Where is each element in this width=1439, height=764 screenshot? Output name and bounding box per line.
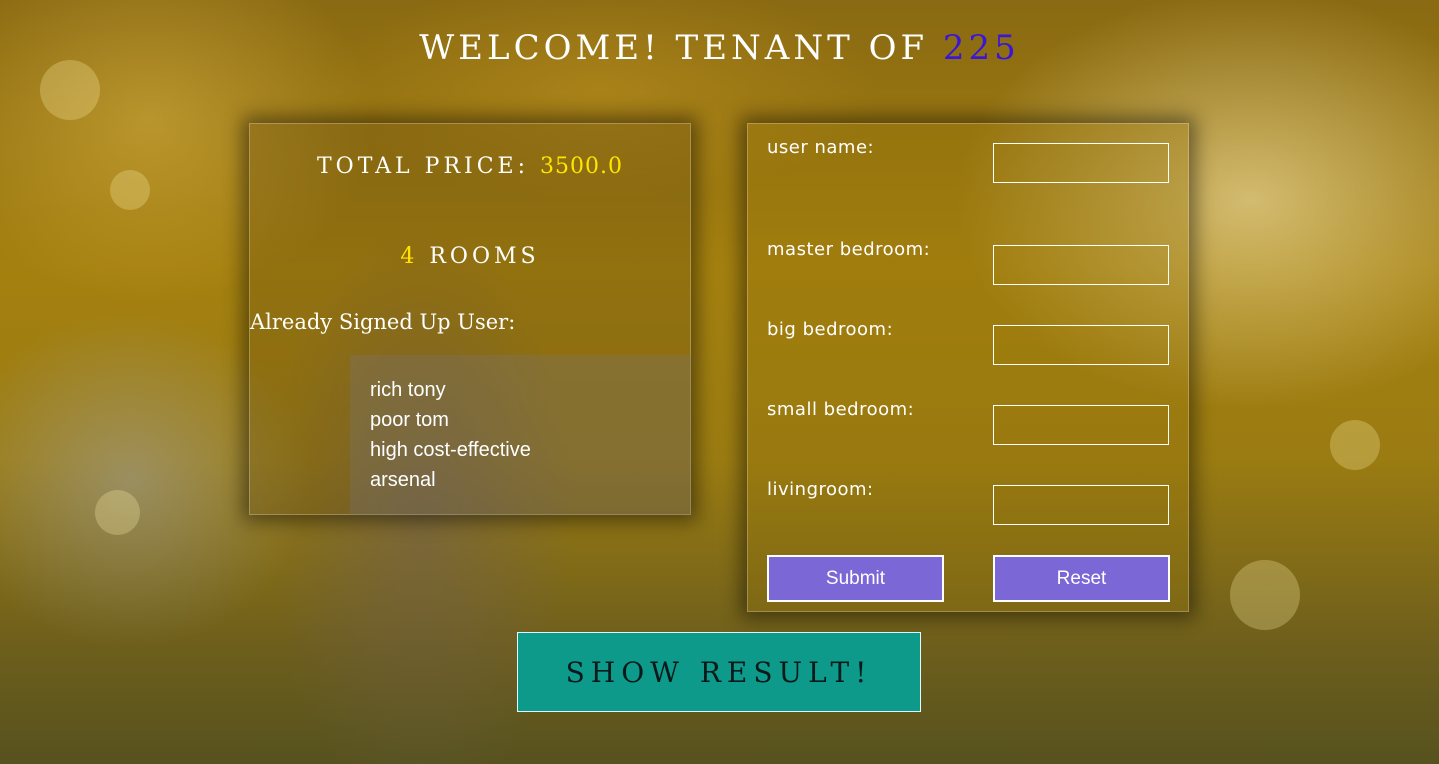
master-bedroom-label: master bedroom: <box>767 239 931 260</box>
user-list-item: poor tom <box>370 409 449 431</box>
total-price: TOTAL PRICE: 3500.0 <box>250 154 690 179</box>
user-list-item: rich tony <box>370 379 446 401</box>
livingroom-label: livingroom: <box>767 479 874 500</box>
master-bedroom-input[interactable] <box>993 245 1169 285</box>
small-bedroom-input[interactable] <box>993 405 1169 445</box>
livingroom-input[interactable] <box>993 485 1169 525</box>
user-list-item: high cost-effective <box>370 439 531 461</box>
signed-users-heading: Already Signed Up User: <box>250 310 516 334</box>
tenant-room-number: 225 <box>942 28 1020 68</box>
background-bokeh <box>1230 560 1300 630</box>
summary-panel: TOTAL PRICE: 3500.0 4 ROOMS Already Sign… <box>249 123 691 515</box>
user-list-item: arsenal <box>370 469 436 491</box>
submit-button[interactable]: Submit <box>767 555 944 602</box>
show-result-button[interactable]: SHOW RESULT! <box>517 632 921 712</box>
total-price-value: 3500.0 <box>540 154 623 179</box>
small-bedroom-label: small bedroom: <box>767 399 915 420</box>
user-name-input[interactable] <box>993 143 1169 183</box>
user-name-label: user name: <box>767 137 875 158</box>
total-price-label: TOTAL PRICE: <box>316 154 541 179</box>
rooms-count: 4 ROOMS <box>250 244 690 269</box>
rooms-count-value: 4 <box>400 244 419 269</box>
background-bokeh <box>1330 420 1380 470</box>
reset-button[interactable]: Reset <box>993 555 1170 602</box>
background-bokeh <box>110 170 150 210</box>
big-bedroom-label: big bedroom: <box>767 319 894 340</box>
room-signup-form: user name: master bedroom: big bedroom: … <box>747 123 1189 612</box>
big-bedroom-input[interactable] <box>993 325 1169 365</box>
rooms-count-label: ROOMS <box>418 244 540 269</box>
page-title-prefix: WELCOME! TENANT OF <box>419 28 943 68</box>
background-bokeh <box>40 60 100 120</box>
signed-users-box: rich tony poor tom high cost-effective a… <box>350 355 691 515</box>
background-bokeh <box>95 490 140 535</box>
signed-users-list: rich tony poor tom high cost-effective a… <box>370 375 531 495</box>
page-title: WELCOME! TENANT OF 225 <box>0 28 1439 68</box>
